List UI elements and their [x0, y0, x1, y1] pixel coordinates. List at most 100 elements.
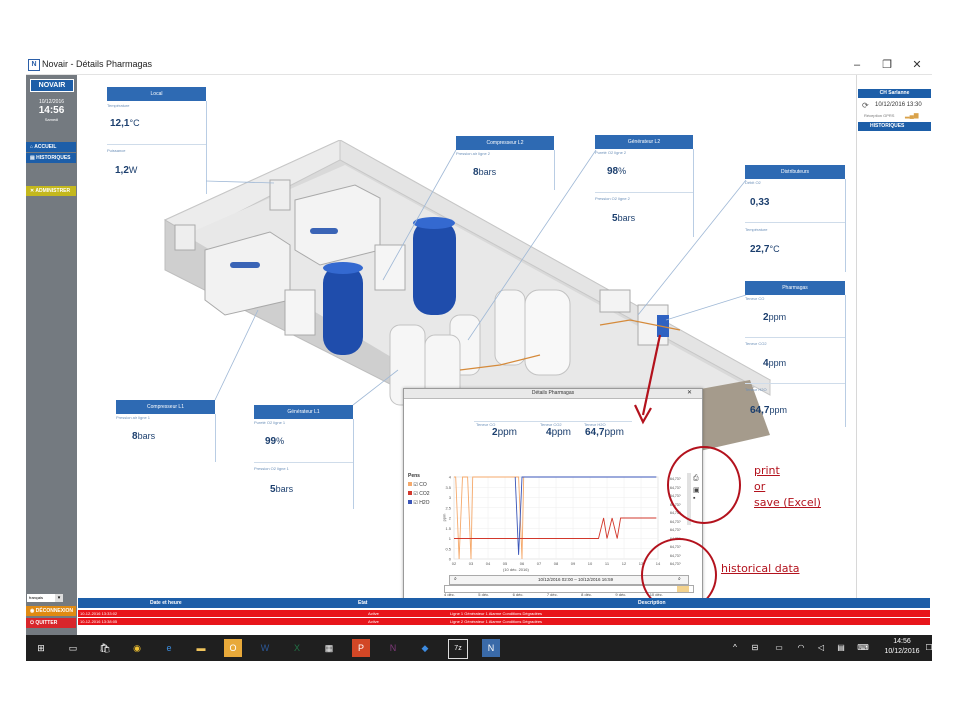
alarms-table: Date et heure Etat Description 10-12-201… [78, 598, 930, 634]
y-tick-label: 1.5 [445, 526, 451, 531]
range-text: 10/12/2016 02:00 – 10/12/2016 16:59 [538, 577, 614, 582]
timeline-tick-label: 9 déc. [615, 592, 627, 597]
right-historiques-button[interactable]: HISTORIQUES [858, 122, 931, 131]
timeline-tick-label: 8 déc. [581, 592, 593, 597]
chart-xlabel: (10 déc. 2016) [503, 567, 529, 572]
administrer-button[interactable]: ✕ ADMINISTRER [26, 186, 76, 196]
annotation-or: or [754, 480, 766, 493]
tray-chevron-icon[interactable]: ^ [726, 639, 744, 657]
disconnect-button[interactable]: ◉ DÉCONNEXION [26, 606, 76, 616]
tray-network-icon[interactable]: ⊟ [746, 639, 764, 657]
callout-arrow [634, 334, 662, 425]
reading-co2-value: 4ppm [546, 427, 572, 438]
sevenzip-icon[interactable]: 7z [448, 639, 468, 659]
legend-item-h2o[interactable]: ☑ H2O [408, 500, 430, 506]
edge-icon[interactable]: e [160, 639, 178, 657]
annotation-historical-data: historical data [721, 562, 800, 575]
alarms-header: Date et heure Etat Description [78, 598, 930, 608]
window-titlebar: N Novair - Détails Pharmagas – ❐ ✕ [26, 56, 932, 75]
keyboard-icon[interactable]: ⌨ [854, 639, 872, 657]
sidebar-time: 14:56 [38, 105, 65, 116]
restore-icon[interactable]: ❐ [878, 57, 896, 73]
col-state: Etat [358, 600, 368, 606]
calculator-icon[interactable]: ▦ [320, 639, 338, 657]
x-tick-label: 06 [520, 561, 525, 566]
notification-icon[interactable]: ▤ [832, 639, 850, 657]
y-tick-label: 3.5 [445, 485, 451, 490]
x-tick-label: 04 [486, 561, 491, 566]
battery-icon[interactable]: ▭ [770, 639, 788, 657]
chrome-icon[interactable]: ◉ [128, 639, 146, 657]
x-tick-label: 03 [469, 561, 474, 566]
word-icon[interactable]: W [256, 639, 274, 657]
outlook-icon[interactable]: O [224, 639, 242, 657]
side-value: 64,73? [670, 528, 681, 532]
windows-start-icon[interactable]: ⊞ [32, 639, 50, 657]
signal-icon: ▂▄▆ [905, 113, 919, 119]
table-row[interactable]: 10-12-2016 13:33:02 Active Ligne 1 Génér… [78, 610, 930, 617]
x-tick-label: 05 [503, 561, 508, 566]
timeline-tick-label: 4 déc. [444, 592, 455, 597]
separator [474, 421, 632, 422]
table-row[interactable]: 10-12-2016 13:38:05 Active Ligne 2 Génér… [78, 618, 930, 625]
history-chart[interactable]: 00.511.522.533.5402 03 04 05 06 07 08 09 10 11 12 1… [436, 473, 666, 573]
powerpoint-icon[interactable]: P [352, 639, 370, 657]
annotation-save-excel: save (Excel) [754, 496, 821, 509]
site-name: CH Sarlanne [858, 89, 931, 98]
timeline-tick-label: 6 déc. [512, 592, 524, 597]
annotation-print: print [754, 464, 780, 477]
close-icon[interactable]: ✕ [908, 57, 926, 73]
y-tick-label: 2.5 [445, 505, 451, 510]
accueil-button[interactable]: ⌂ ACCUEIL [26, 142, 76, 152]
timeline-tick-label: 5 déc. [478, 592, 490, 597]
dropbox-icon[interactable]: ◆ [416, 639, 434, 657]
reading-co-value: 2ppm [492, 427, 518, 438]
sidebar-day: Samedi [44, 117, 59, 122]
y-tick-label: 4 [449, 475, 452, 480]
y-tick-label: 1 [449, 536, 452, 541]
x-tick-label: 12 [622, 561, 627, 566]
y-tick-label: 3 [449, 495, 452, 500]
annotation-circle-print [667, 446, 741, 524]
file-explorer-icon[interactable]: ▬ [192, 639, 210, 657]
volume-icon[interactable]: ◁ [812, 639, 830, 657]
taskbar: ⊞ ▭ 🛍 ◉ e ▬ O W X ▦ P N ◆ 7z N ^ ⊟ ▭ ◠ ◁… [26, 635, 933, 661]
minimize-icon[interactable]: – [848, 57, 866, 73]
excel-icon[interactable]: X [288, 639, 306, 657]
novair-logo: NOVAIR [30, 79, 74, 92]
taskbar-time: 14:56 [893, 638, 911, 645]
window-title: Novair - Détails Pharmagas [42, 59, 153, 69]
legend-item-co2[interactable]: ☑ CO2 [408, 491, 430, 497]
task-view-icon[interactable]: ▭ [64, 639, 82, 657]
col-date: Date et heure [150, 600, 182, 606]
x-tick-label: 07 [537, 561, 542, 566]
chevron-down-icon[interactable]: ▾ [55, 594, 63, 602]
quit-button[interactable]: ⏻ QUITTER [26, 618, 76, 628]
wifi-icon[interactable]: ◠ [792, 639, 810, 657]
col-description: Description [638, 600, 666, 606]
x-tick-label: 10 [588, 561, 593, 566]
side-value: 64,73? [670, 519, 681, 524]
historiques-button[interactable]: ▤ HISTORIQUES [26, 153, 76, 163]
x-tick-label: 11 [605, 561, 610, 566]
x-tick-label: 02 [452, 561, 457, 566]
timeline-tick-label: 7 déc. [546, 592, 558, 597]
right-panel [856, 75, 933, 598]
chart-ylabel: ppm [441, 513, 447, 522]
y-tick-label: 0.5 [445, 546, 451, 551]
x-tick-label: 08 [554, 561, 559, 566]
app-icon: N [28, 59, 40, 71]
onenote-icon[interactable]: N [384, 639, 402, 657]
store-icon[interactable]: 🛍 [96, 639, 114, 657]
taskbar-date: 10/12/2016 [884, 648, 920, 655]
site-datetime: 10/12/2016 13:30 [875, 102, 922, 108]
signal-label: Réception GPRS [864, 113, 895, 118]
range-search-icon[interactable]: ⌕ [454, 576, 457, 582]
dialog-close-icon[interactable]: ✕ [687, 389, 692, 396]
refresh-icon[interactable]: ⟳ [862, 101, 869, 110]
legend-item-co[interactable]: ☑ CO [408, 482, 427, 488]
action-center-icon[interactable]: ☐ [920, 639, 938, 657]
reading-h2o-value: 64,7ppm [585, 427, 624, 438]
legend-title: Pens [408, 473, 420, 479]
novair-task-icon[interactable]: N [482, 639, 500, 657]
